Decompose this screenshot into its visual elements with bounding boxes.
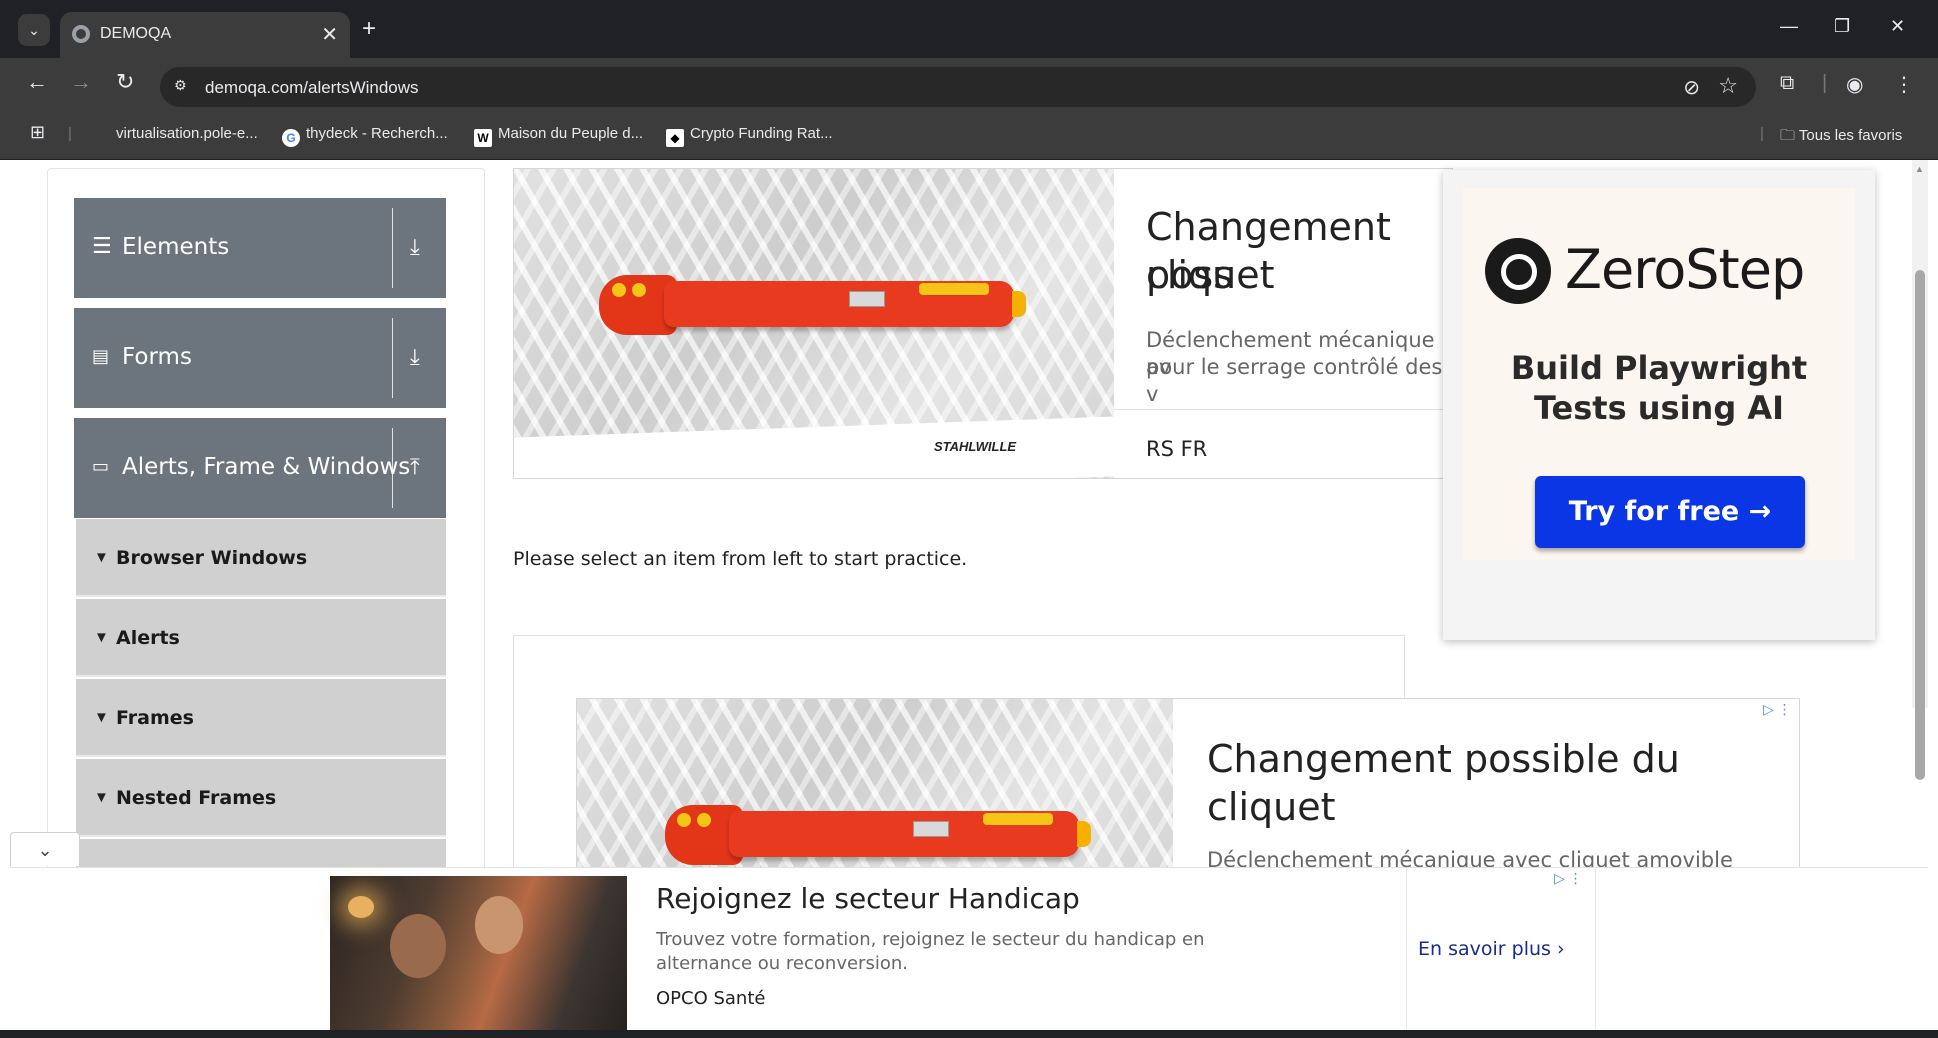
wikipedia-icon: W bbox=[474, 129, 492, 147]
bookmark-maison-du-peuple[interactable]: W Maison du Peuple d... bbox=[474, 125, 643, 147]
url-text[interactable]: demoqa.com/alertsWindows bbox=[205, 78, 419, 98]
group-divider bbox=[392, 428, 393, 508]
site-info-icon[interactable]: ⚙ bbox=[174, 77, 194, 97]
sidebar-item-nested-frames[interactable]: ▼ Nested Frames bbox=[76, 759, 446, 837]
minimize-icon[interactable]: — bbox=[1780, 16, 1798, 37]
bookmark-crypto-funding[interactable]: ◆ Crypto Funding Rat... bbox=[666, 125, 833, 147]
browser-chrome: ⌄ DEMOQA ✕ + — ❐ ✕ ← → ↻ ⚙ demoqa.com/al… bbox=[0, 0, 1938, 160]
chevron-right-icon: › bbox=[1556, 938, 1565, 960]
back-icon[interactable]: ← bbox=[26, 71, 48, 93]
profile-icon[interactable]: ◉ bbox=[1846, 72, 1863, 97]
sidebar-item-browser-windows[interactable]: ▼ Browser Windows bbox=[76, 519, 446, 597]
ad-description-line2: pour le serrage contrôlé des v bbox=[1146, 355, 1443, 406]
close-window-icon[interactable]: ✕ bbox=[1890, 16, 1905, 37]
bookmarks-divider-right: | bbox=[1760, 125, 1764, 142]
adchoices-icon[interactable]: ▷ ⋮ bbox=[1554, 870, 1583, 887]
bookmark-thydeck[interactable]: Gthydeck - Recherch... bbox=[282, 125, 448, 147]
reload-icon[interactable]: ↻ bbox=[116, 71, 134, 93]
html5-icon: ▼ bbox=[94, 789, 109, 806]
practice-instruction: Please select an item from left to start… bbox=[513, 548, 968, 570]
extensions-icon[interactable]: ⧉ bbox=[1780, 72, 1794, 95]
sidebar-group-elements[interactable]: ☰ Elements ⤓ bbox=[74, 198, 446, 298]
bottom-sticky-ad: ⌄ Rejoignez le secteur Handicap Trouvez … bbox=[10, 832, 1928, 1032]
collapse-ad-button[interactable]: ⌄ bbox=[10, 832, 80, 866]
bottom-ad-description: Trouvez votre formation, rejoignez le se… bbox=[656, 929, 1205, 974]
forward-icon[interactable]: → bbox=[70, 71, 92, 93]
tab-strip: ⌄ DEMOQA ✕ + — ❐ ✕ bbox=[0, 0, 1938, 58]
try-for-free-button[interactable]: Try for free → bbox=[1535, 476, 1805, 548]
upload-icon: ⤒ bbox=[410, 454, 420, 479]
adchoices-icon[interactable]: ▷ ⋮ bbox=[1763, 701, 1792, 718]
sidebar-group-forms[interactable]: ▤ Forms ⤓ bbox=[74, 308, 446, 408]
ad-photo[interactable] bbox=[330, 876, 627, 1031]
new-tab-button[interactable]: + bbox=[362, 17, 376, 41]
zerostep-brand: ZeroStep bbox=[1565, 238, 1805, 301]
document-icon: ▤ bbox=[92, 346, 110, 366]
group-divider bbox=[392, 208, 393, 288]
scrollbar-thumb[interactable] bbox=[1915, 270, 1925, 780]
group-label: Forms bbox=[122, 344, 192, 370]
bookmarks-divider: | bbox=[68, 125, 72, 142]
tab-demoqa[interactable]: DEMOQA ✕ bbox=[60, 12, 350, 58]
sidebar-item-label: Browser Windows bbox=[116, 547, 308, 569]
google-icon: G bbox=[282, 129, 300, 147]
restore-icon[interactable]: ❐ bbox=[1834, 16, 1850, 37]
ad-advertiser: RS FR bbox=[1146, 437, 1208, 461]
sidebar-item-partial[interactable] bbox=[76, 839, 446, 869]
address-bar[interactable]: ⚙ demoqa.com/alertsWindows ⊘ ☆ bbox=[160, 67, 1756, 107]
bookmark-star-icon[interactable]: ☆ bbox=[1718, 73, 1738, 99]
globe-icon bbox=[72, 25, 90, 43]
zerostep-logo-icon bbox=[1485, 238, 1551, 304]
wrench-image: STAHLWILLE bbox=[514, 169, 1114, 478]
toolbar-divider: | bbox=[1822, 72, 1828, 94]
sidebar-item-alerts[interactable]: ▼ Alerts bbox=[76, 599, 446, 677]
html5-icon: ▼ bbox=[94, 549, 109, 566]
download-icon: ⤓ bbox=[410, 234, 420, 259]
en-savoir-plus-link[interactable]: En savoir plus › bbox=[1418, 938, 1565, 960]
page-content: ☰ Elements ⤓ ▤ Forms ⤓ ▭ Alerts, Frame &… bbox=[10, 160, 1928, 1032]
tab-search-button[interactable]: ⌄ bbox=[18, 14, 50, 46]
zerostep-tagline: Build Playwright Tests using AI bbox=[1510, 349, 1808, 427]
group-label: Elements bbox=[122, 234, 230, 260]
ad-headline-line2[interactable]: cliquet bbox=[1146, 251, 1275, 299]
window-icon: ▭ bbox=[92, 456, 110, 476]
sidebar-item-frames[interactable]: ▼ Frames bbox=[76, 679, 446, 757]
site-icon: ◆ bbox=[666, 129, 684, 147]
scroll-up-icon[interactable]: ▲ bbox=[1915, 164, 1924, 174]
chevron-down-icon: ⌄ bbox=[28, 21, 40, 38]
ad-headline-line2[interactable]: cliquet bbox=[1207, 783, 1336, 831]
page-scrollbar[interactable]: ▲ bbox=[1912, 160, 1928, 780]
sidebar-item-label: Frames bbox=[116, 707, 194, 729]
apps-grid-icon[interactable]: ⊞ bbox=[30, 122, 45, 143]
eye-off-icon[interactable]: ⊘ bbox=[1683, 75, 1700, 100]
download-icon: ⤓ bbox=[410, 344, 420, 369]
window-bottom-edge bbox=[0, 1030, 1938, 1038]
bottom-ad-headline[interactable]: Rejoignez le secteur Handicap bbox=[656, 882, 1080, 915]
bookmarks-bar: ⊞ | virtualisation.pole-e... Gthydeck - … bbox=[0, 112, 1938, 160]
bookmark-virtualisation[interactable]: virtualisation.pole-e... bbox=[116, 125, 258, 142]
sidebar-item-label: Nested Frames bbox=[116, 787, 277, 809]
hamburger-icon: ☰ bbox=[92, 233, 112, 258]
chevron-down-icon: ⌄ bbox=[37, 840, 53, 860]
ad-top-banner[interactable]: STAHLWILLE Changement poss cliquet Décle… bbox=[513, 168, 1453, 479]
menu-kebab-icon[interactable]: ⋮ bbox=[1894, 72, 1914, 97]
tab-title: DEMOQA bbox=[100, 25, 172, 42]
close-tab-icon[interactable]: ✕ bbox=[321, 22, 338, 47]
sidebar-group-alerts-frame-windows[interactable]: ▭ Alerts, Frame & Windows ⤒ bbox=[74, 418, 446, 518]
stahlwille-logo: STAHLWILLE bbox=[934, 439, 1017, 454]
group-divider bbox=[392, 318, 393, 398]
html5-icon: ▼ bbox=[94, 629, 109, 646]
zerostep-ad[interactable]: ZeroStep Build Playwright Tests using AI… bbox=[1443, 170, 1875, 640]
sidebar-item-label: Alerts bbox=[116, 627, 180, 649]
browser-toolbar: ← → ↻ ⚙ demoqa.com/alertsWindows ⊘ ☆ ⧉ |… bbox=[0, 58, 1938, 112]
folder-icon: 🗀 bbox=[1780, 127, 1799, 144]
bottom-ad-advertiser: OPCO Santé bbox=[656, 988, 766, 1009]
all-bookmarks-folder[interactable]: 🗀 Tous les favoris bbox=[1780, 125, 1902, 150]
ad-headline[interactable]: Changement possible du bbox=[1207, 735, 1680, 783]
group-label: Alerts, Frame & Windows bbox=[122, 454, 411, 480]
html5-icon: ▼ bbox=[94, 709, 109, 726]
